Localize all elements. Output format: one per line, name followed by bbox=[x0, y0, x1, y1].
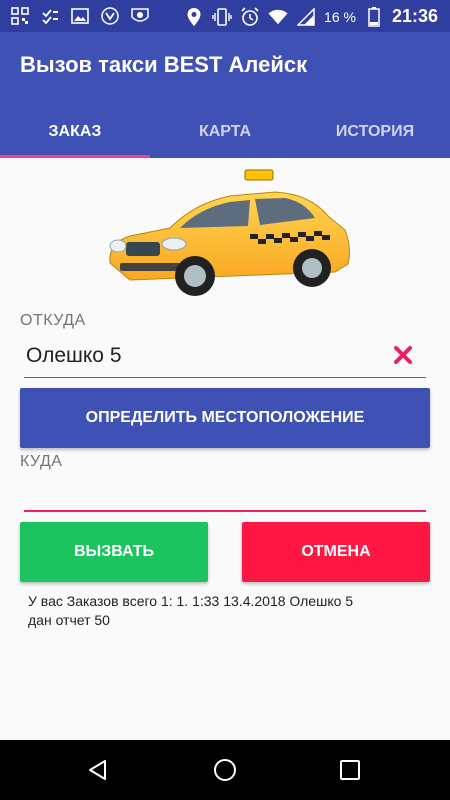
home-icon[interactable] bbox=[209, 754, 241, 786]
alarm-icon bbox=[240, 6, 260, 27]
app-bar: Вызов такси BEST Алейск ЗАКАЗ КАРТА ИСТО… bbox=[0, 32, 450, 158]
shield-icon bbox=[100, 6, 120, 26]
battery-percent: 16 % bbox=[324, 8, 356, 25]
to-label: КУДА bbox=[20, 453, 63, 470]
vibrate-icon bbox=[212, 7, 232, 27]
location-icon bbox=[184, 7, 204, 27]
orders-info-line2: дан отчет 50 bbox=[28, 612, 110, 628]
from-field[interactable]: Олешко 5 bbox=[24, 338, 426, 378]
clear-icon[interactable] bbox=[390, 342, 416, 368]
from-input-value[interactable]: Олешко 5 bbox=[26, 344, 122, 368]
status-bar: 16 % 21:36 bbox=[0, 0, 450, 32]
app-title: Вызов такси BEST Алейск bbox=[20, 52, 308, 77]
to-field[interactable] bbox=[24, 472, 426, 512]
orders-info-line1: У вас Заказов всего 1: 1. 1:33 13.4.2018… bbox=[28, 593, 354, 609]
wifi-icon bbox=[268, 7, 288, 27]
from-label: ОТКУДА bbox=[20, 312, 86, 329]
call-button[interactable]: ВЫЗВАТЬ bbox=[20, 522, 208, 582]
qr-icon bbox=[10, 6, 30, 26]
clock: 21:36 bbox=[391, 6, 438, 26]
tab-map[interactable]: КАРТА bbox=[150, 106, 300, 158]
navigation-bar bbox=[0, 740, 450, 800]
to-field-underline bbox=[24, 510, 426, 512]
lion-badge-icon bbox=[130, 6, 150, 26]
back-icon[interactable] bbox=[82, 754, 114, 786]
tab-order[interactable]: ЗАКАЗ bbox=[0, 106, 150, 158]
recents-icon[interactable] bbox=[334, 754, 366, 786]
signal-icon bbox=[296, 7, 316, 27]
cancel-button[interactable]: ОТМЕНА bbox=[242, 522, 430, 582]
battery-icon bbox=[364, 6, 384, 27]
from-field-underline bbox=[24, 377, 426, 378]
taxi-car-image bbox=[109, 169, 350, 296]
image-icon bbox=[70, 6, 90, 26]
system-icons: 16 % 21:36 bbox=[184, 6, 438, 27]
checkmarks-icon bbox=[40, 6, 60, 26]
tab-history[interactable]: ИСТОРИЯ bbox=[300, 106, 450, 158]
tab-indicator bbox=[0, 155, 150, 158]
notification-icons bbox=[10, 6, 150, 26]
tab-bar: ЗАКАЗ КАРТА ИСТОРИЯ bbox=[0, 106, 450, 158]
locate-button[interactable]: ОПРЕДЕЛИТЬ МЕСТОПОЛОЖЕНИЕ bbox=[20, 388, 430, 448]
orders-info: У вас Заказов всего 1: 1. 1:33 13.4.2018… bbox=[28, 592, 428, 630]
